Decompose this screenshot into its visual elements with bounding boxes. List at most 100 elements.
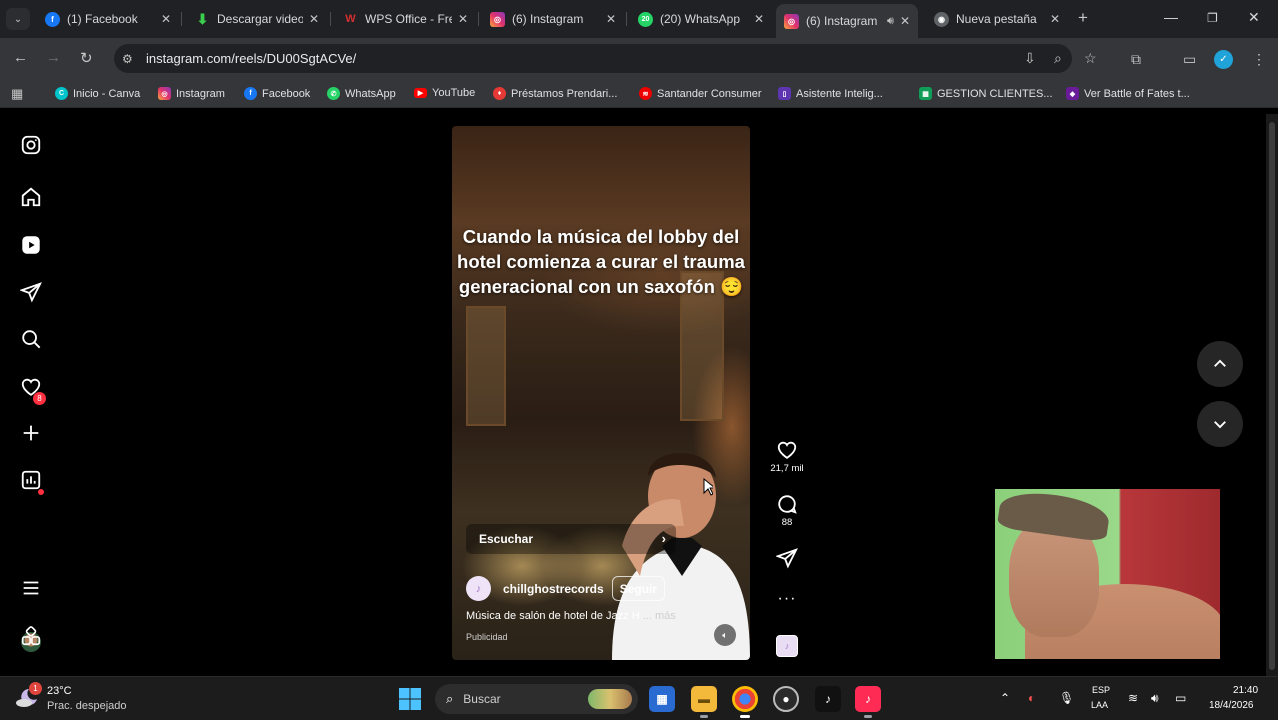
- more-menu-icon[interactable]: [19, 576, 43, 600]
- account-avatar[interactable]: ♪: [466, 576, 491, 601]
- close-tab-icon[interactable]: ✕: [606, 12, 616, 26]
- tab-nueva-pestana[interactable]: ◉ Nueva pestaña ✕: [926, 4, 1068, 34]
- chevron-down-icon: [1214, 421, 1226, 429]
- browser-menu-icon[interactable]: ⋮: [1252, 51, 1266, 68]
- keyboard-layout-indicator[interactable]: LAA: [1091, 700, 1108, 710]
- microsoft-store-icon[interactable]: ▦: [649, 686, 675, 712]
- tab-whatsapp[interactable]: 20 (20) WhatsApp ✕: [630, 4, 772, 34]
- bookmark-asistente[interactable]: ▯ Asistente Intelig...: [778, 87, 883, 100]
- tray-app-icon[interactable]: ◐: [1028, 691, 1035, 705]
- volume-icon[interactable]: 🔊︎: [1151, 691, 1159, 706]
- tab-facebook[interactable]: f (1) Facebook ✕: [37, 4, 179, 34]
- weather-temperature[interactable]: 23°C: [47, 685, 72, 697]
- address-bar[interactable]: ⚙︎ instagram.com/reels/DU00SgtACVe/ ⇩ ⌕ …: [114, 44, 1097, 73]
- santander-icon: ≋: [639, 87, 652, 100]
- comment-button[interactable]: 88: [770, 493, 804, 528]
- reel-description[interactable]: Música de salón de hotel de Jazz H ... m…: [466, 610, 676, 622]
- notifications-heart-icon[interactable]: [19, 375, 43, 399]
- like-count: 21,7 mil: [770, 463, 804, 474]
- bookmark-instagram[interactable]: ◎ Instagram: [158, 87, 225, 100]
- speaker-icon[interactable]: 🔊︎: [887, 15, 894, 28]
- tab-instagram[interactable]: ◎ (6) Instagram ✕: [482, 4, 624, 34]
- forward-button[interactable]: →: [46, 49, 61, 66]
- bookmark-facebook[interactable]: f Facebook: [244, 87, 310, 100]
- bookmark-youtube[interactable]: ▶ YouTube: [414, 87, 475, 99]
- clock-time[interactable]: 21:40: [1233, 685, 1258, 696]
- bookmark-santander[interactable]: ≋ Santander Consumer: [639, 87, 762, 100]
- profile-avatar[interactable]: ✓: [1214, 50, 1233, 69]
- share-button[interactable]: [770, 547, 804, 569]
- like-button[interactable]: 21,7 mil: [770, 439, 804, 474]
- close-tab-icon[interactable]: ✕: [309, 12, 319, 26]
- close-tab-icon[interactable]: ✕: [458, 12, 468, 26]
- reel-video[interactable]: Cuando la música del lobby del hotel com…: [452, 126, 750, 660]
- tray-overflow-chevron-icon[interactable]: ⌃: [1000, 691, 1010, 705]
- restore-button[interactable]: ❐: [1207, 11, 1218, 25]
- reels-icon[interactable]: [19, 233, 43, 257]
- windows-start-icon[interactable]: [399, 688, 421, 710]
- previous-reel-button[interactable]: [1197, 341, 1243, 387]
- file-explorer-icon[interactable]: ▬: [691, 686, 717, 718]
- messages-icon[interactable]: [19, 280, 43, 304]
- back-button[interactable]: ←: [13, 49, 28, 66]
- tiktok-icon[interactable]: ♪: [815, 686, 841, 712]
- tiktok-live-icon[interactable]: ♪: [855, 686, 881, 718]
- create-plus-icon[interactable]: [19, 421, 43, 445]
- bookmark-prestamos[interactable]: ♦ Préstamos Prendari...: [493, 87, 617, 100]
- instagram-sidebar: 8: [0, 114, 62, 676]
- instagram-logo-icon[interactable]: [19, 133, 43, 157]
- new-tab-button[interactable]: +: [1078, 8, 1088, 28]
- search-icon[interactable]: [19, 327, 43, 351]
- close-window-button[interactable]: ✕: [1248, 9, 1260, 26]
- minimize-button[interactable]: —: [1164, 9, 1178, 25]
- home-icon[interactable]: [19, 185, 43, 209]
- tab-instagram-active[interactable]: ◎ (6) Instagram 🔊︎ ✕: [776, 4, 918, 38]
- close-tab-icon[interactable]: ✕: [900, 14, 910, 28]
- language-indicator[interactable]: ESP: [1092, 685, 1110, 695]
- wifi-icon[interactable]: ≋: [1128, 691, 1138, 705]
- windows-taskbar: 1 23°C Prac. despejado ⌕ Buscar ▦ ▬ ● ♪ …: [0, 676, 1278, 720]
- chrome-icon[interactable]: [732, 686, 758, 718]
- mute-icon[interactable]: 🔈︎: [714, 624, 736, 646]
- weather-badge: 1: [29, 682, 42, 695]
- more-options-icon[interactable]: ···: [770, 590, 804, 608]
- close-tab-icon[interactable]: ✕: [754, 12, 764, 26]
- url-text[interactable]: instagram.com/reels/DU00SgtACVe/: [146, 51, 356, 66]
- dashboard-icon[interactable]: [19, 468, 43, 492]
- microphone-icon[interactable]: 🎙︎: [1059, 691, 1074, 705]
- taskbar-search-box[interactable]: ⌕ Buscar: [435, 684, 638, 714]
- bookmark-canva[interactable]: C Inicio - Canva: [55, 87, 140, 100]
- bookmark-gestion-clientes[interactable]: ▦ GESTION CLIENTES...: [919, 87, 1053, 100]
- more-link[interactable]: ... más: [643, 610, 676, 622]
- close-tab-icon[interactable]: ✕: [1050, 12, 1060, 26]
- webcam-overlay: [995, 489, 1220, 659]
- tab-search-button[interactable]: ⌄: [6, 8, 30, 30]
- bookmark-star-icon[interactable]: ☆: [1084, 50, 1097, 67]
- search-icon: ⌕: [446, 691, 454, 706]
- account-username[interactable]: chillghostrecords: [503, 582, 604, 596]
- tab-wps-office[interactable]: W WPS Office - Fre ✕: [335, 4, 476, 34]
- bookmark-whatsapp[interactable]: ✆ WhatsApp: [327, 87, 396, 100]
- clock-date[interactable]: 18/4/2026: [1209, 700, 1254, 711]
- tab-descargar-videos[interactable]: ⬇ Descargar videos ✕: [187, 4, 327, 34]
- listen-button[interactable]: Escuchar ›: [466, 524, 676, 554]
- share-icon: [776, 548, 798, 569]
- site-settings-icon[interactable]: ⚙︎: [122, 52, 136, 66]
- next-reel-button[interactable]: [1197, 401, 1243, 447]
- obs-recorder-icon[interactable]: ●: [773, 686, 799, 712]
- also-from-meta-icon[interactable]: [19, 624, 43, 648]
- bookmark-battle-of-fates[interactable]: ◆ Ver Battle of Fates t...: [1066, 87, 1190, 100]
- audio-thumbnail[interactable]: ♪: [776, 635, 798, 657]
- close-tab-icon[interactable]: ✕: [161, 12, 171, 26]
- weather-condition[interactable]: Prac. despejado: [47, 700, 127, 712]
- reload-button[interactable]: ↻: [80, 49, 93, 67]
- battery-icon[interactable]: ▭: [1175, 691, 1186, 705]
- zoom-icon[interactable]: ⌕: [1054, 50, 1062, 67]
- extensions-icon[interactable]: ⧉: [1131, 51, 1141, 68]
- apps-grid-icon[interactable]: ▦: [11, 86, 23, 102]
- scrollbar-thumb[interactable]: [1269, 122, 1275, 670]
- follow-button[interactable]: Seguir: [611, 576, 666, 601]
- cast-icon[interactable]: ▭: [1183, 51, 1196, 68]
- page-scrollbar[interactable]: [1266, 114, 1278, 676]
- install-app-icon[interactable]: ⇩: [1024, 50, 1036, 67]
